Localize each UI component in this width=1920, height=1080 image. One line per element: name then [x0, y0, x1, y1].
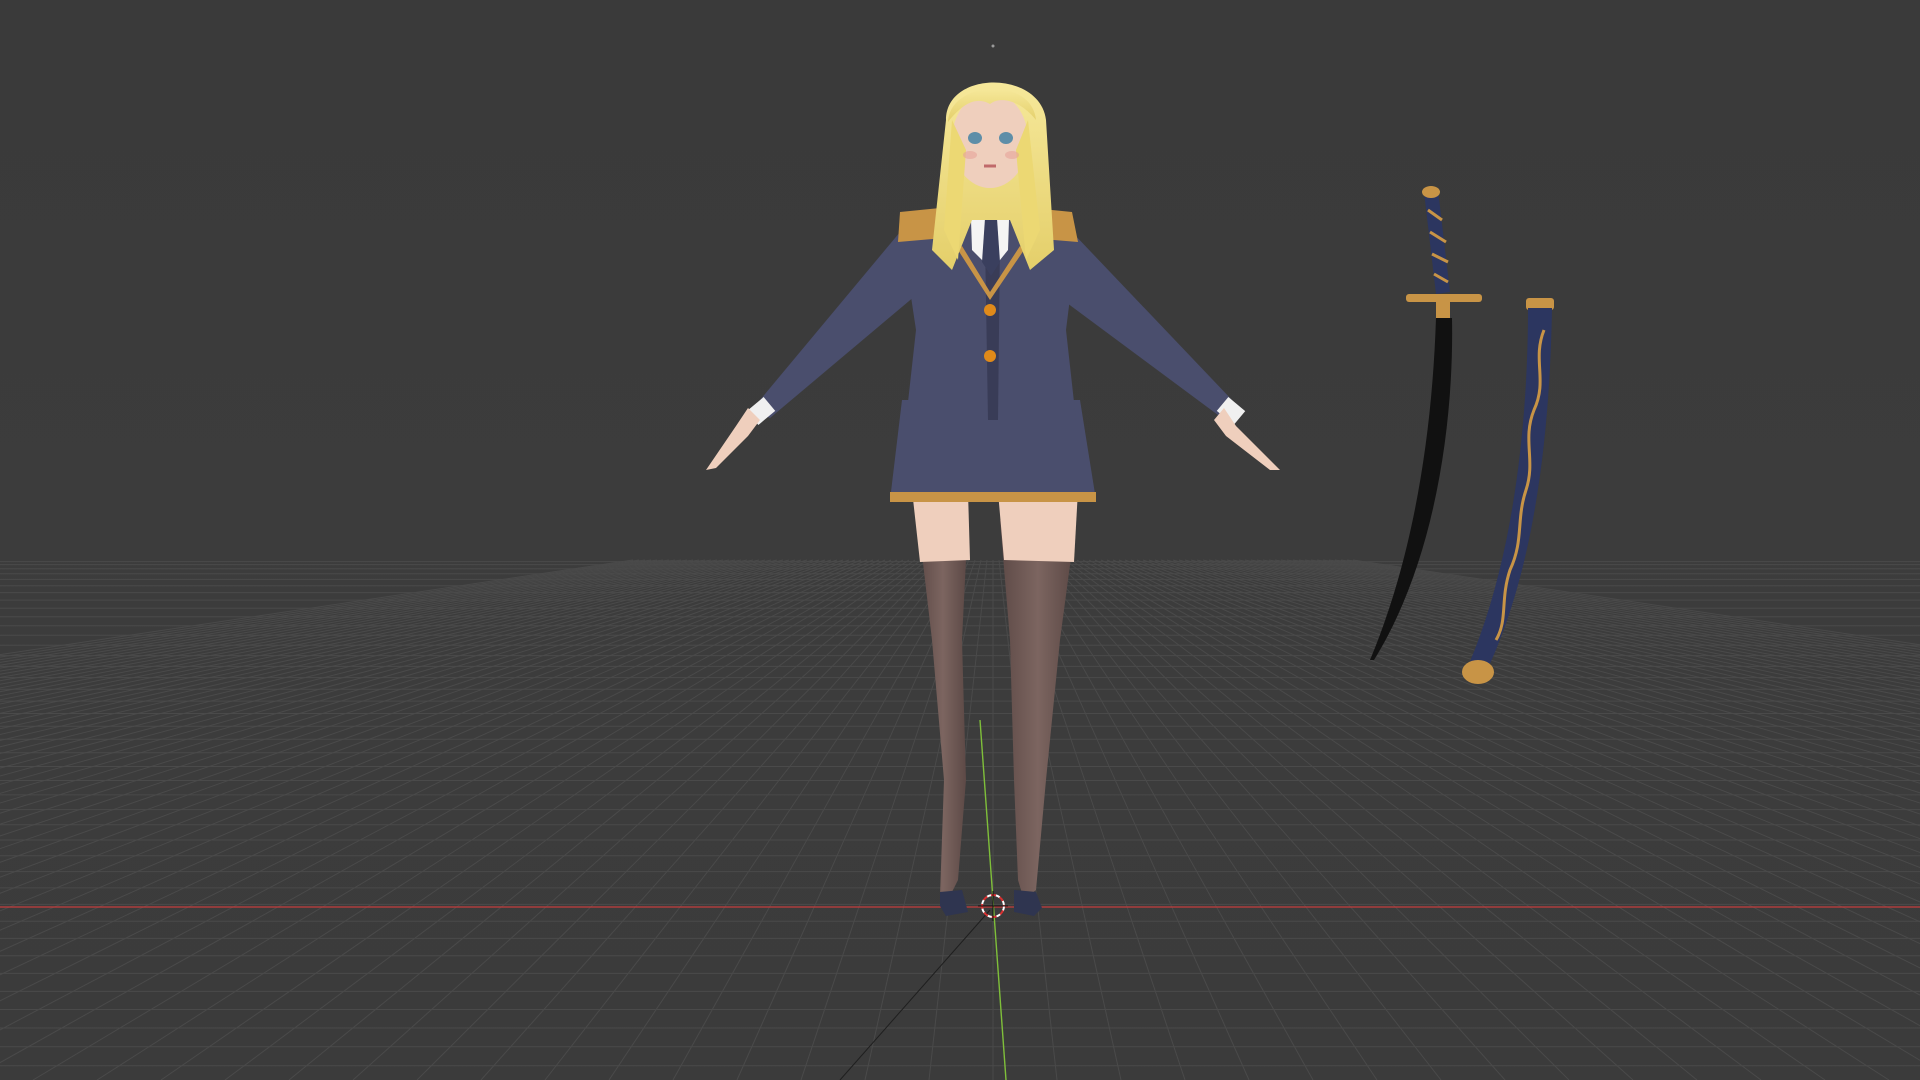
3d-viewport[interactable]: [0, 0, 1920, 1080]
right-eye: [999, 132, 1013, 144]
left-eye: [968, 132, 982, 144]
katana-pommel: [1422, 186, 1440, 198]
skirt-trim: [890, 492, 1096, 502]
cheek-left: [963, 151, 977, 159]
viewport-scene[interactable]: [0, 0, 1920, 1080]
scabbard-tip: [1462, 660, 1494, 684]
cheek-right: [1005, 151, 1019, 159]
jacket-button-2: [984, 350, 996, 362]
jacket-button-1: [984, 304, 996, 316]
camera-origin-dot: [991, 44, 995, 48]
katana-collar: [1436, 302, 1450, 318]
katana-guard: [1406, 294, 1482, 302]
